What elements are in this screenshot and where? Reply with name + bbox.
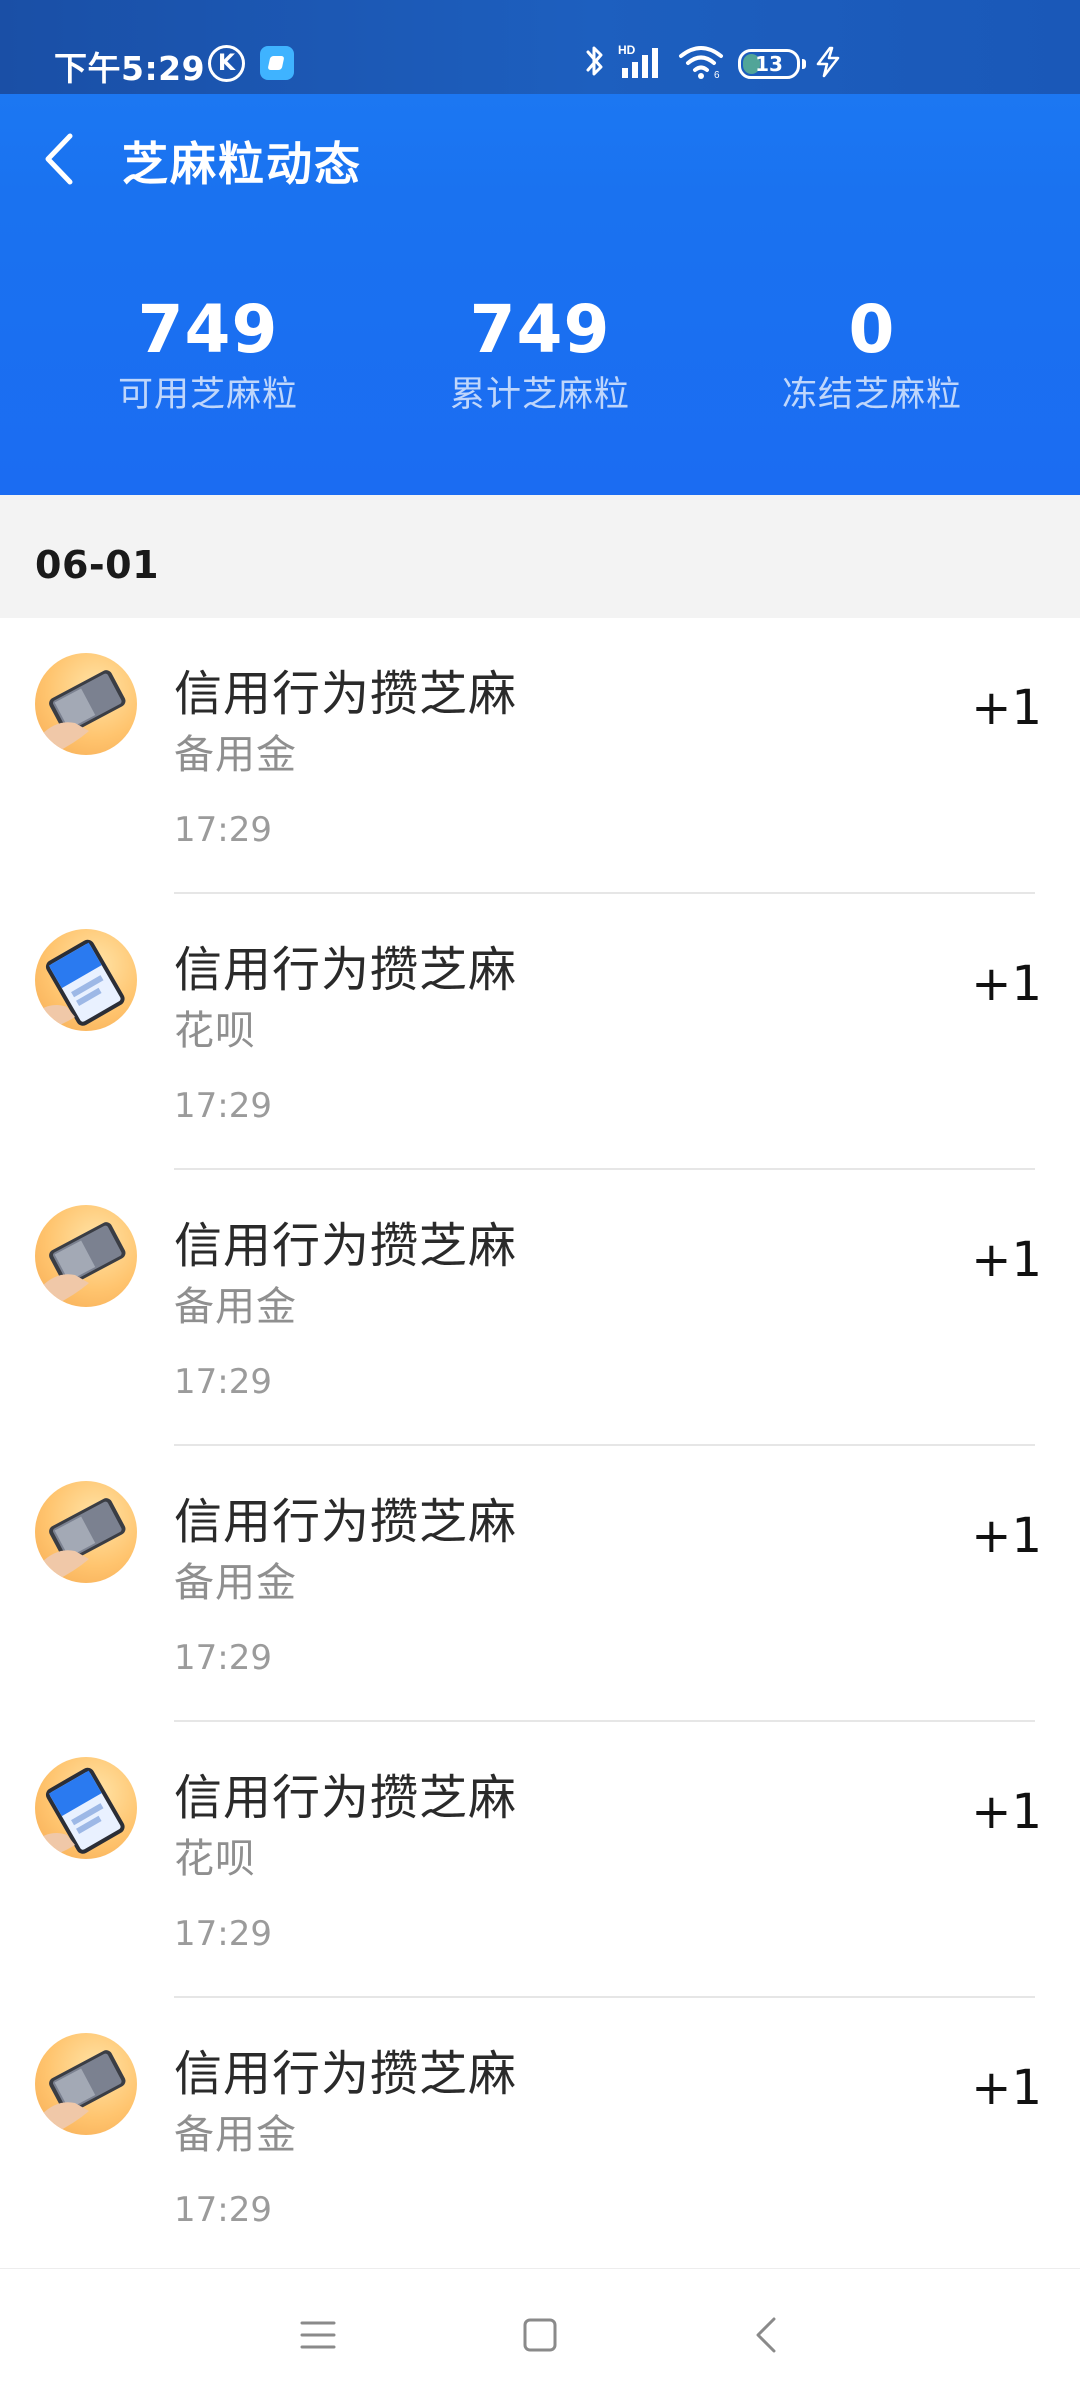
wifi-icon: 6 [679,46,723,80]
home-icon[interactable] [518,2313,562,2357]
item-time: 17:29 [174,2190,272,2230]
app-icon [260,46,294,80]
stat-total[interactable]: 749 累计芝麻粒 [360,290,720,420]
item-amount: +1 [971,2060,1042,2116]
stat-value: 0 [848,291,896,368]
list-item[interactable]: 信用行为攒芝麻 花呗 17:29 +1 [0,894,1080,1170]
svg-text:HD: HD [618,43,636,57]
item-amount: +1 [971,956,1042,1012]
list-item[interactable]: 信用行为攒芝麻 备用金 17:29 +1 [0,1998,1080,2274]
stat-frozen[interactable]: 0 冻结芝麻粒 [692,290,1052,420]
battery-icon: 13 [738,49,806,79]
item-title: 信用行为攒芝麻 [174,1494,518,1550]
item-amount: +1 [971,680,1042,736]
item-title: 信用行为攒芝麻 [174,1218,518,1274]
item-title: 信用行为攒芝麻 [174,1770,518,1826]
stat-available[interactable]: 749 可用芝麻粒 [28,290,388,420]
phone-screen-icon [35,929,137,1031]
back-icon[interactable] [746,2313,790,2357]
item-time: 17:29 [174,1914,272,1954]
k-badge-icon: K [208,45,245,82]
back-button[interactable] [30,124,90,194]
phone-hand-icon [35,2033,137,2135]
date-label: 06-01 [35,543,160,587]
item-title: 信用行为攒芝麻 [174,666,518,722]
phone-hand-icon [35,1205,137,1307]
item-amount: +1 [971,1784,1042,1840]
bluetooth-icon [586,46,603,76]
item-time: 17:29 [174,1086,272,1126]
nav-bar: 芝麻粒动态 [0,94,1080,224]
item-source: 备用金 [174,1284,297,1330]
item-source: 备用金 [174,2112,297,2158]
stat-value: 749 [137,291,279,368]
list-item[interactable]: 信用行为攒芝麻 备用金 17:29 +1 [0,618,1080,894]
back-arrow-icon [45,133,73,185]
item-title: 信用行为攒芝麻 [174,942,518,998]
item-title: 信用行为攒芝麻 [174,2046,518,2102]
phone-hand-icon [35,653,137,755]
system-nav-bar [0,2268,1080,2401]
item-amount: +1 [971,1508,1042,1564]
status-bar: 下午5:29 K HD 6 13 [0,0,1080,94]
battery-level: 13 [755,52,783,76]
stat-label: 可用芝麻粒 [117,375,298,415]
phone-screen-icon [35,1757,137,1859]
stat-label: 累计芝麻粒 [449,375,630,415]
item-time: 17:29 [174,810,272,850]
item-source: 备用金 [174,732,297,778]
status-time: 下午5:29 [54,49,206,88]
phone-hand-icon [35,1481,137,1583]
stat-value: 749 [469,291,611,368]
stats-row: 749 可用芝麻粒 749 累计芝麻粒 0 冻结芝麻粒 [0,290,1080,440]
item-time: 17:29 [174,1638,272,1678]
item-source: 花呗 [174,1008,256,1054]
page-title: 芝麻粒动态 [122,137,362,191]
hd-signal-icon: HD [618,43,658,78]
menu-icon[interactable] [296,2313,340,2357]
list-item[interactable]: 信用行为攒芝麻 花呗 17:29 +1 [0,1722,1080,1998]
list-item[interactable]: 信用行为攒芝麻 备用金 17:29 +1 [0,1446,1080,1722]
item-source: 花呗 [174,1836,256,1882]
item-source: 备用金 [174,1560,297,1606]
svg-text:6: 6 [714,70,720,80]
item-amount: +1 [971,1232,1042,1288]
date-group-header: 06-01 [0,495,1080,618]
item-time: 17:29 [174,1362,272,1402]
list-item[interactable]: 信用行为攒芝麻 备用金 17:29 +1 [0,1170,1080,1446]
stat-label: 冻结芝麻粒 [781,375,962,415]
charging-icon [816,46,840,78]
